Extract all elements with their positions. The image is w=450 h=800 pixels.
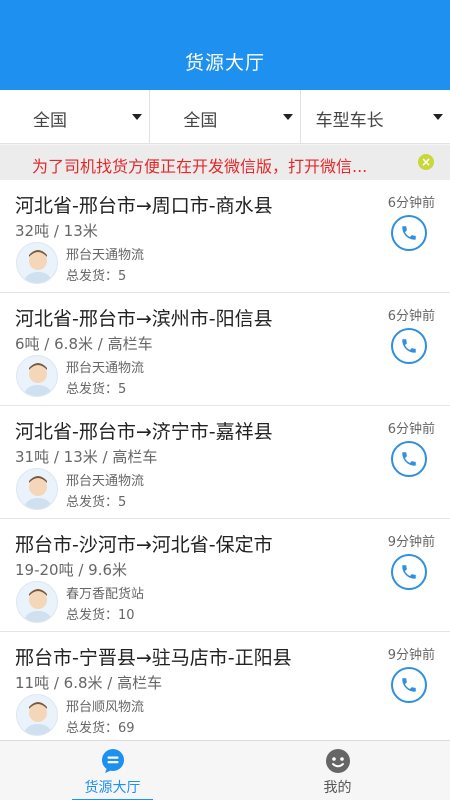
post-time: 6分钟前: [387, 422, 435, 437]
page-title: 货源大厅: [184, 52, 265, 74]
avatar: [16, 355, 58, 397]
filter-destination[interactable]: 全国: [150, 90, 301, 144]
cargo-spec: 19-20吨 / 9.6米: [15, 561, 128, 579]
cargo-spec: 32吨 / 13米: [15, 222, 98, 240]
cargo-spec: 31吨 / 13米 / 高栏车: [15, 448, 158, 466]
tab-label: 我的: [323, 780, 352, 796]
list-item[interactable]: 河北省-邢台市→济宁市-嘉祥县 31吨 / 13米 / 高栏车 邢台天通物流 总…: [0, 406, 450, 519]
caret-down-icon: [132, 114, 143, 120]
company-name: 邢台天通物流: [66, 248, 145, 263]
profile-icon: [325, 749, 350, 773]
app-header: 货源大厅: [0, 0, 450, 90]
cargo-list: 河北省-邢台市→周口市-商水县 32吨 / 13米 邢台天通物流 总发货：5 6…: [0, 180, 450, 745]
avatar: [16, 242, 58, 284]
filter-origin[interactable]: 全国: [0, 90, 151, 144]
filter-bar: 全国 全国 车型车长: [0, 90, 450, 144]
person-icon: [23, 589, 53, 622]
call-button[interactable]: [391, 441, 427, 477]
list-item[interactable]: 邢台市-沙河市→河北省-保定市 19-20吨 / 9.6米 春万香配货站 总发货…: [0, 519, 450, 632]
cargo-hall-icon: [101, 749, 124, 773]
post-time: 9分钟前: [387, 648, 435, 663]
company-name: 春万香配货站: [66, 587, 145, 602]
list-item[interactable]: 邢台市-宁晋县→驻马店市-正阳县 11吨 / 6.8米 / 高栏车 邢台顺风物流…: [0, 632, 450, 745]
company-name: 邢台顺风物流: [66, 700, 145, 715]
filter-vehicle-label: 车型车长: [315, 111, 384, 131]
cargo-spec: 11吨 / 6.8米 / 高栏车: [15, 674, 163, 692]
list-item[interactable]: 河北省-邢台市→周口市-商水县 32吨 / 13米 邢台天通物流 总发货：5 6…: [0, 180, 450, 293]
person-icon: [23, 476, 53, 509]
bottom-tab-bar: 货源大厅 我的: [0, 740, 450, 800]
phone-icon: [402, 339, 416, 353]
route-text: 河北省-邢台市→济宁市-嘉祥县: [15, 421, 273, 443]
filter-vehicle[interactable]: 车型车长: [301, 90, 450, 144]
route-text: 河北省-邢台市→周口市-商水县: [15, 195, 273, 217]
caret-down-icon: [432, 114, 443, 120]
call-button[interactable]: [391, 667, 427, 703]
list-item[interactable]: 河北省-邢台市→滨州市-阳信县 6吨 / 6.8米 / 高栏车 邢台天通物流 总…: [0, 293, 450, 406]
person-icon: [23, 250, 53, 283]
total-shipments: 总发货：69: [66, 721, 135, 736]
filter-origin-label: 全国: [33, 111, 67, 131]
person-icon: [23, 363, 53, 396]
cargo-spec: 6吨 / 6.8米 / 高栏车: [15, 335, 153, 353]
avatar: [16, 581, 58, 623]
route-text: 邢台市-沙河市→河北省-保定市: [15, 534, 273, 556]
phone-icon: [402, 678, 416, 692]
close-icon[interactable]: ×: [418, 154, 434, 170]
notice-banner[interactable]: 为了司机找货方便正在开发微信版，打开微信... ×: [0, 145, 450, 180]
phone-icon: [402, 452, 416, 466]
call-button[interactable]: [391, 554, 427, 590]
caret-down-icon: [282, 114, 293, 120]
tab-profile[interactable]: 我的: [225, 741, 450, 800]
total-shipments: 总发货：5: [66, 269, 127, 284]
filter-destination-label: 全国: [183, 111, 218, 131]
total-shipments: 总发货：10: [66, 608, 135, 623]
avatar: [16, 694, 58, 736]
person-icon: [23, 702, 53, 735]
post-time: 9分钟前: [387, 535, 435, 550]
call-button[interactable]: [391, 215, 427, 251]
call-button[interactable]: [391, 328, 427, 364]
company-name: 邢台天通物流: [66, 474, 145, 489]
post-time: 6分钟前: [387, 309, 435, 324]
route-text: 河北省-邢台市→滨州市-阳信县: [15, 308, 273, 330]
avatar: [16, 468, 58, 510]
total-shipments: 总发货：5: [66, 495, 127, 510]
route-text: 邢台市-宁晋县→驻马店市-正阳县: [15, 647, 292, 669]
post-time: 6分钟前: [387, 196, 435, 211]
tab-label: 货源大厅: [84, 780, 141, 796]
company-name: 邢台天通物流: [66, 361, 145, 376]
notice-text: 为了司机找货方便正在开发微信版，打开微信...: [32, 157, 368, 176]
tab-cargo-hall[interactable]: 货源大厅: [0, 741, 225, 800]
total-shipments: 总发货：5: [66, 382, 127, 397]
phone-icon: [402, 565, 416, 579]
phone-icon: [402, 226, 416, 240]
